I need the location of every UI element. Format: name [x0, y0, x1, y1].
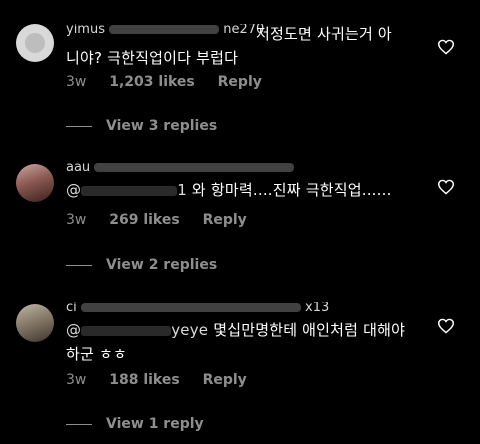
comment-meta: 3w 269 likes Reply	[66, 212, 265, 228]
comment-time: 3w	[66, 74, 87, 90]
view-replies-button[interactable]: View 2 replies	[66, 257, 217, 273]
avatar[interactable]	[16, 24, 54, 62]
divider-line	[66, 264, 92, 266]
reply-button[interactable]: Reply	[218, 74, 262, 90]
heart-outline-icon	[437, 318, 455, 334]
comment-text: 저정도면 사귀는거 아 니야? 극한직업이다 부럽다	[66, 25, 392, 67]
avatar[interactable]	[16, 304, 54, 342]
reply-button[interactable]: Reply	[203, 212, 247, 228]
mention-link[interactable]: @1	[66, 181, 187, 199]
comment-item: aau @1 와 항마력....진짜 극한직업...... 3w 269 lik…	[0, 150, 480, 290]
comment-meta: 3w 1,203 likes Reply	[66, 74, 280, 90]
likes-count[interactable]: 188 likes	[109, 372, 179, 388]
likes-count[interactable]: 269 likes	[109, 212, 179, 228]
avatar[interactable]	[16, 164, 54, 202]
mention-link[interactable]: @ yeye	[66, 321, 208, 339]
view-replies-button[interactable]: View 1 reply	[66, 416, 204, 432]
likes-count[interactable]: 1,203 likes	[109, 74, 195, 90]
reply-button[interactable]: Reply	[203, 372, 247, 388]
comment-time: 3w	[66, 212, 87, 228]
comment-username[interactable]: aau	[66, 162, 295, 174]
redacted-username	[80, 303, 301, 312]
divider-line	[66, 125, 92, 127]
comment-text: @1 와 항마력....진짜 극한직업......	[66, 181, 392, 199]
comment-item: yimus ne270 저정도면 사귀는거 아 니야? 극한직업이다 부럽다 3…	[0, 0, 480, 150]
redacted-username	[94, 163, 295, 172]
heart-outline-icon	[437, 179, 455, 195]
comment-username[interactable]: ci x13	[66, 302, 329, 314]
heart-outline-icon	[437, 39, 455, 55]
like-button[interactable]	[437, 39, 455, 55]
comment-meta: 3w 188 likes Reply	[66, 372, 265, 388]
comment-item: ci x13 @ yeye 몇십만명한테 애인처럼 대해야 하군 ㅎㅎ 3w 18…	[0, 290, 480, 444]
like-button[interactable]	[437, 179, 455, 195]
like-button[interactable]	[437, 318, 455, 334]
divider-line	[66, 423, 92, 425]
comment-text: @ yeye 몇십만명한테 애인처럼 대해야 하군 ㅎㅎ	[66, 321, 406, 363]
view-replies-button[interactable]: View 3 replies	[66, 118, 217, 134]
comment-time: 3w	[66, 372, 87, 388]
